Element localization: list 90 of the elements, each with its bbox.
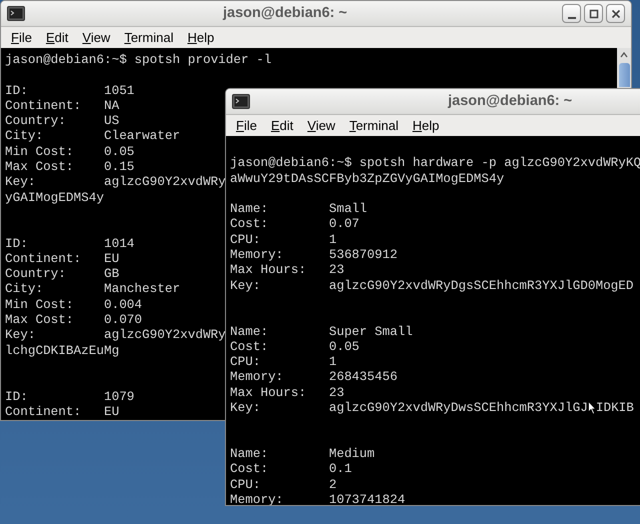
field-value: 23 bbox=[328, 384, 344, 400]
field-value: EU bbox=[104, 250, 120, 266]
field-label: CPU: bbox=[230, 354, 262, 370]
field-label: ID: bbox=[5, 236, 29, 251]
field-label: Max Cost: bbox=[5, 312, 75, 328]
terminal-line: lchgCDKIBAzEuMg bbox=[5, 342, 120, 358]
close-button[interactable] bbox=[606, 4, 625, 23]
field-label: CPU: bbox=[230, 476, 262, 492]
terminal-line: yGAIMogEDMS4y bbox=[5, 190, 104, 205]
field-value: NA bbox=[104, 98, 120, 114]
field-label: Continent: bbox=[5, 404, 82, 420]
field-label: Country: bbox=[5, 266, 67, 282]
minimize-button[interactable] bbox=[562, 4, 581, 23]
field-label: City: bbox=[5, 281, 44, 297]
field-label: Key: bbox=[230, 278, 262, 293]
field-label: Cost: bbox=[230, 338, 270, 354]
field-value: Medium bbox=[328, 446, 375, 462]
field-value: 0.004 bbox=[104, 296, 142, 312]
field-label: Min Cost: bbox=[5, 144, 75, 160]
field-value: EU bbox=[104, 404, 120, 420]
field-value: 0.05 bbox=[104, 144, 134, 160]
field-value: 0.1 bbox=[328, 461, 352, 477]
field-value: Manchester bbox=[104, 281, 180, 297]
field-value: aglzcG90Y2xvdWRyDgsSCEhhcmR3YXJlGD0MogED bbox=[328, 278, 634, 293]
field-label: Cost: bbox=[230, 216, 270, 232]
field-label: Key: bbox=[230, 400, 262, 416]
menu-item[interactable]: View bbox=[82, 28, 110, 48]
terminal-icon bbox=[232, 94, 250, 109]
menu-item[interactable]: View bbox=[307, 116, 336, 136]
field-value: 0.07 bbox=[328, 216, 360, 232]
menu-item[interactable]: Edit bbox=[270, 116, 294, 136]
field-value: 0.05 bbox=[328, 338, 360, 354]
maximize-button[interactable] bbox=[584, 4, 603, 23]
menu-item[interactable]: Edit bbox=[46, 28, 68, 48]
field-label: Name: bbox=[230, 201, 270, 216]
field-label: Name: bbox=[230, 446, 270, 462]
minimize-icon bbox=[568, 16, 576, 18]
menu-item[interactable]: File bbox=[236, 116, 257, 136]
field-label: Max Hours: bbox=[230, 262, 308, 278]
mouse-pointer-icon bbox=[588, 401, 596, 416]
field-value: 2 bbox=[328, 476, 337, 492]
field-label: Cost: bbox=[230, 461, 270, 477]
menu-item[interactable]: Help bbox=[412, 116, 440, 136]
field-label: Continent: bbox=[5, 98, 82, 114]
field-value: 536870912 bbox=[328, 247, 398, 262]
field-value: aglzcG90Y2xvdWRyDwsSCEhhcmR3YXJlGJ bbox=[328, 400, 588, 416]
field-value: 23 bbox=[328, 262, 344, 278]
field-value: 1073741824 bbox=[328, 492, 406, 505]
field-label: Name: bbox=[230, 324, 270, 339]
field-label: City: bbox=[5, 128, 44, 144]
field-value: Small bbox=[328, 201, 368, 216]
field-label: Max Hours: bbox=[230, 384, 308, 400]
field-label: Continent: bbox=[5, 250, 82, 266]
scrollbar-thumb[interactable] bbox=[618, 63, 630, 87]
field-value: aglzcG90Y2xvdWRy bbox=[104, 327, 226, 343]
field-value: IDKIB bbox=[596, 400, 634, 416]
field-value: aglzcG90Y2xvdWRy bbox=[104, 174, 226, 190]
field-value: US bbox=[104, 113, 120, 128]
field-label: ID: bbox=[5, 388, 29, 404]
field-label: Min Cost: bbox=[5, 296, 75, 312]
maximize-icon bbox=[588, 8, 598, 18]
field-label: Country: bbox=[5, 113, 67, 128]
field-label: Memory: bbox=[230, 369, 284, 385]
window-title: jason@debian6: ~ bbox=[448, 92, 572, 111]
field-value: 1051 bbox=[104, 82, 134, 98]
menu-item[interactable]: Terminal bbox=[124, 28, 174, 48]
field-value: 268435456 bbox=[328, 369, 398, 385]
field-value: 1 bbox=[328, 354, 337, 370]
field-value: 1079 bbox=[104, 388, 134, 404]
field-value: 0.15 bbox=[104, 159, 134, 174]
menu-item[interactable]: Help bbox=[187, 28, 214, 48]
terminal-icon bbox=[7, 6, 25, 21]
field-label: Key: bbox=[5, 327, 36, 343]
close-icon bbox=[610, 8, 620, 18]
field-value: Super Small bbox=[328, 324, 413, 339]
field-label: CPU: bbox=[230, 232, 262, 248]
field-label: Max Cost: bbox=[5, 159, 75, 174]
menu-item[interactable]: File bbox=[11, 28, 32, 48]
field-value: GB bbox=[104, 266, 120, 282]
terminal-line: jason@debian6:~$ spotsh provider -l bbox=[5, 52, 272, 68]
field-label: Key: bbox=[5, 174, 36, 190]
field-value: 0.070 bbox=[104, 312, 142, 328]
field-value: 1 bbox=[328, 232, 337, 248]
field-label: ID: bbox=[5, 82, 29, 98]
field-value: Clearwater bbox=[104, 128, 180, 144]
menu-item[interactable]: Terminal bbox=[349, 116, 398, 136]
terminal-line: aWwuY29tDAsSCFByb3ZpZGVyGAIMogEDMS4y bbox=[230, 170, 504, 186]
window-title: jason@debian6: ~ bbox=[223, 4, 348, 23]
field-value: 1014 bbox=[104, 236, 134, 251]
field-label: Memory: bbox=[230, 247, 284, 262]
